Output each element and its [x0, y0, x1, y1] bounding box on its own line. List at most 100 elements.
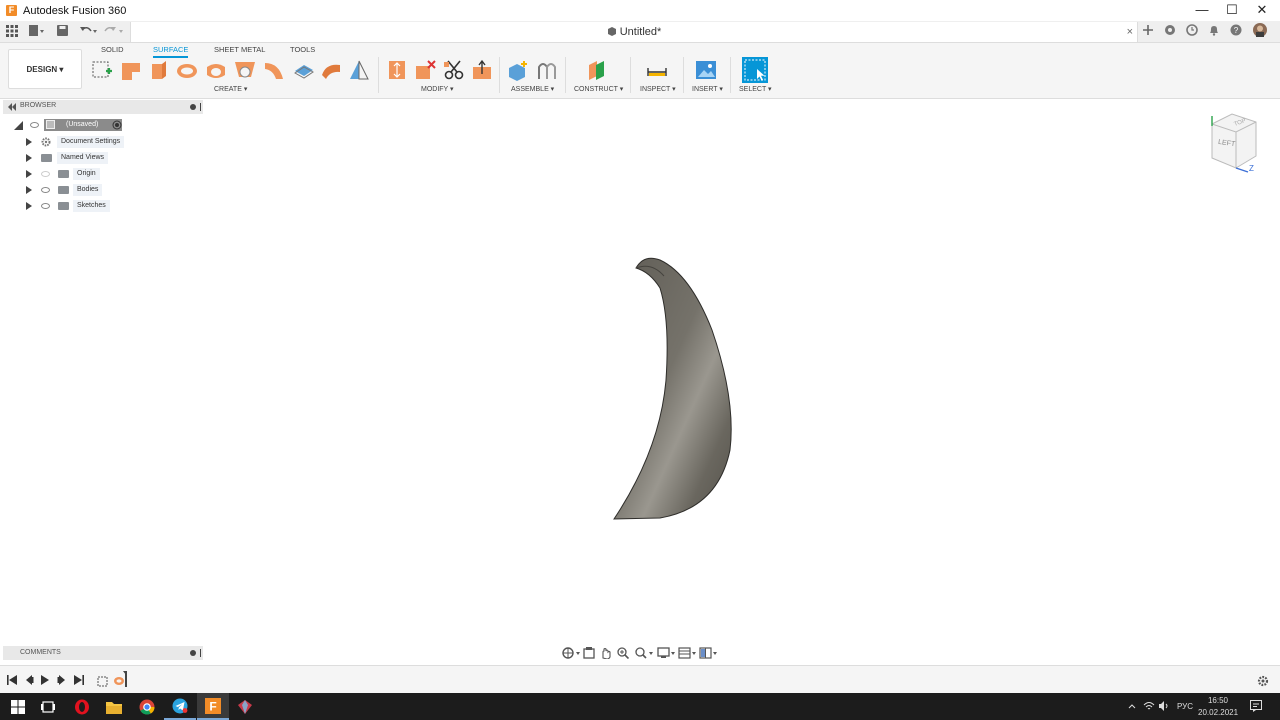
tree-item-bodies[interactable]: Bodies: [25, 184, 205, 197]
task-view-icon[interactable]: [32, 693, 64, 720]
offset-plane-icon[interactable]: [587, 59, 609, 81]
data-panel-grid-icon[interactable]: [6, 25, 18, 39]
notifications-bell-icon[interactable]: [1208, 24, 1220, 38]
surface-body[interactable]: [600, 250, 750, 530]
timeline-surface-feature-icon[interactable]: [113, 671, 127, 687]
telegram-icon[interactable]: [164, 693, 196, 720]
pin-dot-icon[interactable]: [189, 103, 197, 111]
offset-surface-icon[interactable]: [292, 59, 314, 81]
visibility-eye-icon[interactable]: [41, 203, 50, 209]
clock-time[interactable]: 16:50: [1200, 696, 1236, 705]
display-settings-icon[interactable]: [657, 647, 677, 659]
look-at-icon[interactable]: [583, 647, 595, 659]
select-group-label[interactable]: SELECT ▾: [739, 85, 772, 93]
extend-surface-icon[interactable]: [471, 59, 493, 81]
trim-scissors-icon[interactable]: [443, 59, 465, 81]
clock-date[interactable]: 20.02.2021: [1198, 708, 1238, 717]
expand-triangle-icon[interactable]: [26, 170, 32, 178]
tab-surface[interactable]: SURFACE: [153, 45, 189, 58]
file-explorer-icon[interactable]: [98, 693, 130, 720]
create-sketch-icon[interactable]: [91, 59, 113, 81]
joint-icon[interactable]: [536, 59, 558, 81]
tab-sheet-metal[interactable]: SHEET METAL: [214, 45, 265, 54]
insert-group-label[interactable]: INSERT ▾: [692, 85, 723, 93]
save-icon[interactable]: [57, 25, 69, 39]
timeline-sketch-feature-icon[interactable]: [97, 675, 109, 687]
expand-triangle-icon[interactable]: [26, 202, 32, 210]
assemble-group-label[interactable]: ASSEMBLE ▾: [511, 85, 554, 93]
gem-app-icon[interactable]: [229, 693, 261, 720]
action-center-icon[interactable]: [1250, 700, 1262, 712]
collapse-arrows-icon[interactable]: [7, 103, 17, 111]
keyboard-language[interactable]: РУС: [1177, 702, 1193, 711]
step-back-icon[interactable]: [24, 675, 34, 685]
maximize-button[interactable]: ☐: [1217, 0, 1247, 21]
grid-snaps-icon[interactable]: [678, 647, 698, 659]
pin-dot-icon[interactable]: [189, 649, 197, 657]
tree-item-named-views[interactable]: Named Views: [25, 152, 205, 165]
delete-face-icon[interactable]: [414, 59, 436, 81]
go-to-start-icon[interactable]: [7, 675, 17, 685]
volume-icon[interactable]: [1158, 701, 1170, 711]
wifi-icon[interactable]: [1143, 701, 1155, 711]
ruled-surface-icon[interactable]: [263, 59, 285, 81]
chrome-browser-icon[interactable]: [131, 693, 163, 720]
tab-tools[interactable]: TOOLS: [290, 45, 315, 54]
browser-panel-header[interactable]: BROWSER: [3, 100, 203, 114]
close-window-button[interactable]: ✕: [1247, 0, 1277, 21]
zoom-icon[interactable]: [617, 647, 629, 659]
user-avatar[interactable]: [1253, 23, 1267, 37]
workspace-design-button[interactable]: DESIGN ▾: [8, 49, 82, 89]
construct-group-label[interactable]: CONSTRUCT ▾: [574, 85, 623, 93]
opera-browser-icon[interactable]: [66, 693, 98, 720]
new-tab-plus-icon[interactable]: [1142, 24, 1154, 38]
visibility-eye-icon[interactable]: [30, 122, 39, 128]
extrude-surface-icon[interactable]: [120, 59, 142, 81]
activate-radio-icon[interactable]: [112, 120, 122, 130]
orbit-icon[interactable]: [561, 646, 581, 660]
visibility-eye-icon[interactable]: [41, 187, 50, 193]
thicken-icon[interactable]: [320, 59, 342, 81]
expand-triangle-icon[interactable]: [14, 121, 23, 130]
viewcube[interactable]: LEFT TOP Z: [1204, 112, 1262, 174]
sweep-surface-icon[interactable]: [176, 59, 198, 81]
insert-image-icon[interactable]: [695, 59, 717, 81]
extensions-icon[interactable]: [1164, 24, 1176, 38]
select-tool-icon[interactable]: [742, 57, 768, 83]
close-tab-button[interactable]: ×: [1127, 22, 1133, 42]
help-icon[interactable]: ?: [1230, 24, 1242, 38]
tree-item-origin[interactable]: Origin: [25, 168, 205, 181]
fusion360-taskbar-icon[interactable]: F: [197, 693, 229, 720]
minimize-button[interactable]: —: [1187, 0, 1217, 21]
create-group-label[interactable]: CREATE ▾: [214, 85, 247, 93]
inspect-group-label[interactable]: INSPECT ▾: [640, 85, 676, 93]
boundary-fill-icon[interactable]: [348, 59, 370, 81]
file-menu-icon[interactable]: [29, 25, 45, 39]
panel-divider-icon[interactable]: [199, 649, 203, 657]
browser-root-row[interactable]: (Unsaved): [12, 119, 202, 132]
timeline-settings-gear-icon[interactable]: [1257, 675, 1269, 687]
windows-start-icon[interactable]: [2, 693, 34, 720]
tray-expand-chevron-icon[interactable]: [1128, 702, 1136, 710]
expand-triangle-icon[interactable]: [26, 138, 32, 146]
tree-item-sketches[interactable]: Sketches: [25, 200, 205, 213]
loft-surface-icon[interactable]: [205, 59, 227, 81]
viewports-icon[interactable]: [699, 647, 719, 659]
new-component-icon[interactable]: [507, 59, 529, 81]
job-status-icon[interactable]: [1186, 24, 1198, 38]
expand-triangle-icon[interactable]: [26, 186, 32, 194]
revolve-surface-icon[interactable]: [148, 59, 170, 81]
go-to-end-icon[interactable]: [74, 675, 84, 685]
panel-divider-icon[interactable]: [199, 103, 203, 111]
pan-hand-icon[interactable]: [600, 647, 612, 659]
press-pull-icon[interactable]: [386, 59, 408, 81]
expand-triangle-icon[interactable]: [26, 154, 32, 162]
redo-icon[interactable]: [104, 25, 126, 39]
fit-zoom-icon[interactable]: [635, 647, 655, 659]
play-icon[interactable]: [40, 675, 50, 685]
comments-panel[interactable]: COMMENTS: [3, 646, 203, 660]
measure-icon[interactable]: [646, 59, 668, 81]
modify-group-label[interactable]: MODIFY ▾: [421, 85, 454, 93]
tree-item-document-settings[interactable]: Document Settings: [25, 136, 205, 149]
tab-solid[interactable]: SOLID: [101, 45, 124, 54]
